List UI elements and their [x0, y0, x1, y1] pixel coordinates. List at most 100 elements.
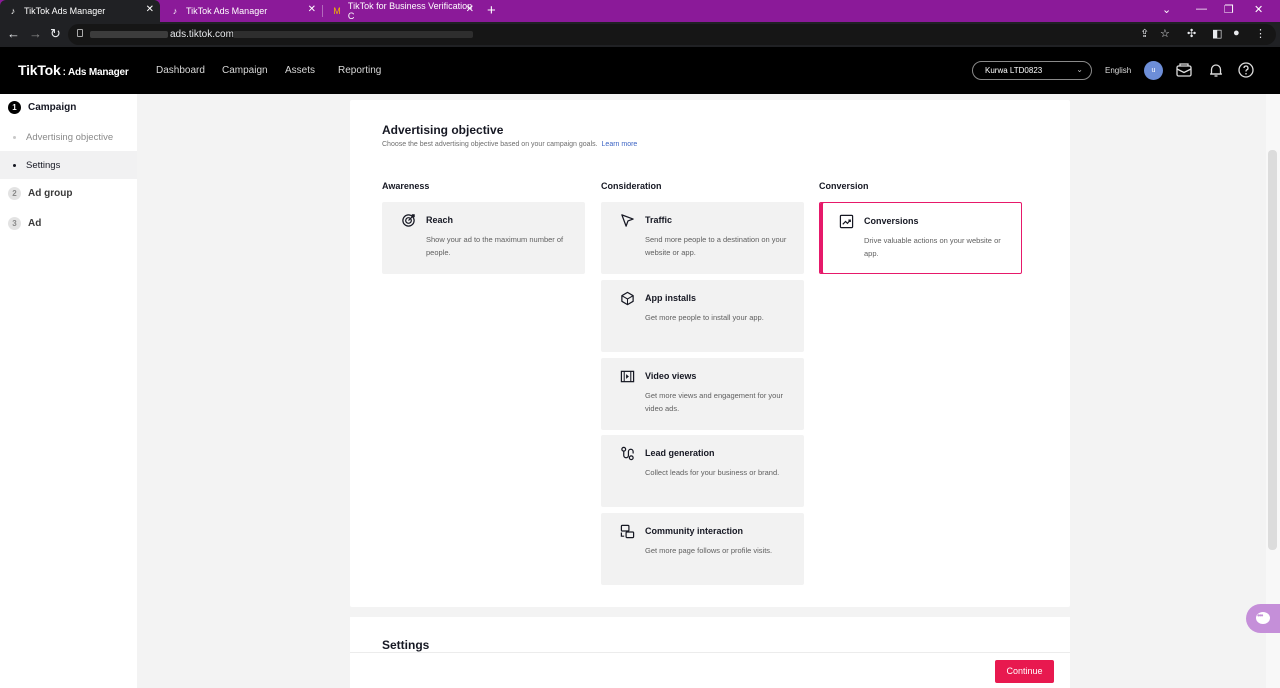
bookmark-star-icon[interactable]: ☆ — [1160, 27, 1170, 40]
close-tab-icon[interactable]: ✕ — [308, 4, 316, 15]
step-ad-group[interactable]: 2 Ad group — [8, 187, 72, 200]
community-chat-icon — [620, 524, 635, 539]
close-window-icon[interactable]: ✕ — [1254, 3, 1263, 16]
browser-tab-3[interactable]: M TikTok for Business Verification C ✕ — [324, 0, 480, 22]
learn-more-link[interactable]: Learn more — [602, 141, 638, 148]
reload-icon[interactable]: ↻ — [50, 27, 61, 41]
section-title: Settings — [382, 638, 430, 652]
substep-label: Advertising objective — [26, 132, 114, 143]
substep-advertising-objective[interactable]: Advertising objective — [0, 123, 137, 151]
address-bar[interactable]: ads.tiktok.com ⇪ ☆ ✣ ◧ ● ⋮ — [68, 24, 1276, 45]
avatar[interactable]: u — [1144, 61, 1163, 80]
campaign-steps-sidebar: 1 Campaign Advertising objective Setting… — [0, 94, 137, 688]
bell-icon[interactable] — [1207, 61, 1225, 79]
continue-button[interactable]: Continue — [995, 660, 1054, 683]
url-text: ads.tiktok.com — [170, 29, 234, 40]
advertising-objective-card: Advertising objective Choose the best ad… — [350, 100, 1070, 607]
tiktok-favicon-icon: ♪ — [10, 6, 16, 16]
step-number: 3 — [8, 217, 21, 230]
lead-funnel-icon — [621, 446, 634, 461]
nav-campaign[interactable]: Campaign — [222, 65, 268, 76]
section-title: Advertising objective — [382, 123, 504, 137]
column-heading-conversion: Conversion — [819, 181, 869, 191]
objective-description: Get more views and engagement for your v… — [645, 391, 783, 413]
close-tab-icon[interactable]: ✕ — [466, 4, 474, 15]
app-box-icon — [621, 291, 634, 306]
objective-community-interaction[interactable]: Community interaction Get more page foll… — [601, 513, 804, 585]
column-heading-awareness: Awareness — [382, 181, 430, 191]
scrollbar-thumb[interactable] — [1268, 150, 1277, 550]
objective-title: Lead generation — [645, 448, 715, 458]
browser-tab-strip: ♪ TikTok Ads Manager ✕ ♪ TikTok Ads Mana… — [0, 0, 1280, 22]
column-heading-consideration: Consideration — [601, 181, 662, 191]
redacted-region — [233, 31, 473, 38]
gmail-favicon-icon: M — [333, 6, 341, 16]
objective-conversions[interactable]: Conversions Drive valuable actions on yo… — [819, 202, 1022, 274]
objective-title: Reach — [426, 215, 454, 225]
objective-description: Collect leads for your business or brand… — [645, 468, 780, 477]
maximize-icon[interactable]: ❐ — [1224, 3, 1234, 16]
objective-reach[interactable]: Reach Show your ad to the maximum number… — [382, 202, 585, 274]
objective-title: Video views — [645, 371, 697, 381]
tab-separator — [322, 5, 323, 17]
account-name: Kurwa LTD0823 — [985, 66, 1043, 75]
objective-title: Community interaction — [645, 526, 744, 536]
tiktok-favicon-icon: ♪ — [172, 6, 178, 16]
step-label: Campaign — [28, 102, 77, 113]
step-campaign[interactable]: 1 Campaign — [8, 101, 76, 114]
lock-icon — [77, 29, 83, 37]
logo-subtext: : Ads Manager — [62, 67, 129, 78]
app-header: TikTok: Ads Manager Dashboard Campaign A… — [0, 47, 1280, 94]
browser-tab-2[interactable]: ♪ TikTok Ads Manager ✕ — [162, 0, 322, 22]
objective-description: Get more people to install your app. — [645, 313, 764, 322]
objective-title: App installs — [645, 293, 697, 303]
tab-title: TikTok Ads Manager — [186, 6, 268, 16]
bullet-icon — [13, 136, 16, 139]
tab-title: TikTok Ads Manager — [24, 6, 106, 16]
nav-assets[interactable]: Assets — [285, 65, 315, 76]
help-icon[interactable] — [1237, 61, 1255, 79]
minimize-icon[interactable]: — — [1196, 3, 1207, 15]
objective-lead-generation[interactable]: Lead generation Collect leads for your b… — [601, 435, 804, 507]
tiktok-ads-logo[interactable]: TikTok: Ads Manager — [18, 62, 129, 78]
chat-support-button[interactable] — [1246, 604, 1280, 633]
kebab-menu-icon[interactable]: ⋮ — [1255, 27, 1266, 40]
objective-title: Traffic — [645, 215, 673, 225]
browser-toolbar: ← → ↻ ads.tiktok.com ⇪ ☆ ✣ ◧ ● ⋮ — [0, 22, 1280, 47]
objective-traffic[interactable]: Traffic Send more people to a destinatio… — [601, 202, 804, 274]
footer-action-bar — [350, 652, 1070, 688]
logo-text: TikTok — [18, 62, 61, 78]
back-icon[interactable]: ← — [7, 27, 20, 41]
cursor-arrow-icon — [621, 214, 634, 227]
reach-target-icon — [402, 214, 415, 227]
extensions-icon[interactable]: ✣ — [1187, 27, 1196, 40]
nav-dashboard[interactable]: Dashboard — [156, 65, 205, 76]
share-icon[interactable]: ⇪ — [1140, 27, 1149, 40]
step-ad[interactable]: 3 Ad — [8, 217, 41, 230]
nav-reporting[interactable]: Reporting — [338, 65, 381, 76]
mail-icon[interactable] — [1175, 61, 1193, 79]
new-tab-button[interactable]: + — [487, 2, 496, 20]
objective-description: Show your ad to the maximum number of pe… — [426, 235, 564, 257]
objective-app-installs[interactable]: App installs Get more people to install … — [601, 280, 804, 352]
objective-video-views[interactable]: Video views Get more views and engagemen… — [601, 358, 804, 430]
substep-settings[interactable]: Settings — [0, 151, 137, 179]
browser-tab-1[interactable]: ♪ TikTok Ads Manager ✕ — [0, 0, 160, 22]
chat-bubble-icon — [1256, 611, 1270, 624]
forward-icon[interactable]: → — [29, 27, 42, 41]
bullet-icon — [13, 164, 16, 167]
account-selector[interactable]: Kurwa LTD0823 ⌄ — [972, 61, 1092, 80]
objective-description: Send more people to a destination on you… — [645, 235, 787, 257]
language-selector[interactable]: English — [1105, 66, 1131, 75]
step-label: Ad group — [28, 188, 73, 199]
step-number: 2 — [8, 187, 21, 200]
objective-description: Get more page follows or profile visits. — [645, 546, 773, 555]
chevron-down-icon: ⌄ — [1076, 65, 1083, 74]
close-tab-icon[interactable]: ✕ — [146, 4, 154, 15]
substep-label: Settings — [26, 160, 61, 171]
objective-description: Drive valuable actions on your website o… — [864, 236, 1001, 258]
profile-icon[interactable]: ● — [1233, 27, 1240, 39]
objective-title: Conversions — [864, 216, 919, 226]
tab-search-icon[interactable]: ⌄ — [1162, 3, 1171, 16]
side-panel-icon[interactable]: ◧ — [1212, 27, 1222, 40]
